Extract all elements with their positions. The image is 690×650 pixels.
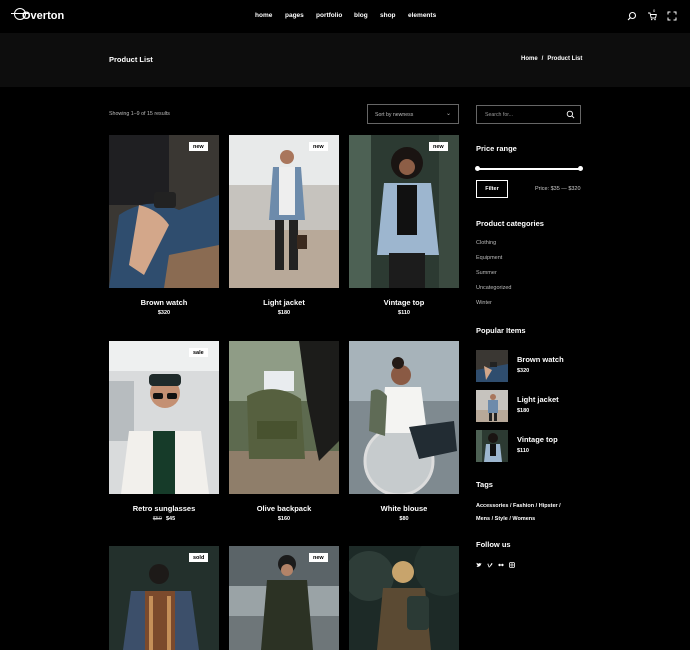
cart-count-badge: 0	[653, 8, 656, 13]
popular-item-thumb[interactable]	[476, 350, 508, 382]
product-image[interactable]	[349, 546, 459, 650]
popular-items-heading: Popular Items	[476, 326, 526, 335]
search-icon[interactable]	[566, 110, 575, 119]
product-price: $110	[398, 310, 410, 316]
product-name[interactable]: White blouse	[349, 504, 459, 513]
popular-item-thumb[interactable]	[476, 430, 508, 462]
cart-icon[interactable]	[647, 11, 657, 21]
price-range-slider[interactable]	[477, 168, 581, 170]
popular-item-thumb[interactable]	[476, 390, 508, 422]
category-link[interactable]: Winter	[476, 300, 492, 306]
product-name[interactable]: Retro sunglasses	[109, 504, 219, 513]
twitter-icon[interactable]	[476, 562, 482, 568]
search-input[interactable]: Search for...	[476, 105, 581, 124]
categories-heading: Product categories	[476, 219, 544, 228]
page-title: Product List	[109, 55, 153, 64]
category-link[interactable]: Equipment	[476, 255, 502, 261]
price-range-heading: Price range	[476, 144, 517, 153]
product-name[interactable]: Light jacket	[229, 298, 339, 307]
tag-link[interactable]: Accessories	[476, 503, 508, 509]
nav-elements[interactable]: elements	[408, 12, 436, 19]
price-range-min-handle[interactable]	[475, 166, 480, 171]
breadcrumb-current: Product List	[547, 56, 583, 62]
popular-item-price: $180	[517, 408, 530, 414]
product-badge: new	[309, 553, 328, 562]
tag-link[interactable]: Style	[495, 516, 508, 522]
product-image-white-blouse[interactable]	[349, 341, 459, 494]
product-badge: sale	[189, 348, 208, 357]
popular-item-price: $110	[517, 448, 529, 454]
tag-link[interactable]: Fashion	[513, 503, 534, 509]
tags-heading: Tags	[476, 480, 493, 489]
tag-link[interactable]: Womens	[512, 516, 535, 522]
nav-home[interactable]: home	[255, 12, 272, 19]
instagram-icon[interactable]	[509, 562, 515, 568]
popular-item-name[interactable]: Light jacket	[517, 395, 559, 404]
tag-link[interactable]: Hipster	[539, 503, 558, 509]
product-price: $320	[157, 310, 171, 316]
price-range-max-handle[interactable]	[578, 166, 583, 171]
product-image-brown-watch[interactable]	[109, 135, 219, 288]
nav-pages[interactable]: pages	[285, 12, 304, 19]
tag-cloud: Accessories / Fashion / Hipster / Mens /…	[476, 503, 561, 522]
category-link[interactable]: Summer	[476, 270, 497, 276]
nav-shop[interactable]: shop	[380, 12, 396, 19]
product-name[interactable]: Olive backpack	[229, 504, 339, 513]
breadcrumb: Home / Product List	[521, 56, 582, 62]
results-count: Showing 1–9 of 15 results	[109, 111, 170, 117]
product-badge: sold	[189, 553, 209, 562]
chevron-down-icon: ⌄	[445, 111, 451, 117]
category-link[interactable]: Uncategorized	[476, 285, 511, 291]
product-sale-price: $45	[166, 516, 176, 522]
breadcrumb-separator: /	[541, 56, 544, 62]
breadcrumb-home[interactable]: Home	[521, 56, 538, 62]
social-links	[476, 562, 515, 568]
product-old-price: $50	[152, 516, 162, 522]
price-range-text: Price: $35 — $320	[535, 186, 581, 192]
sort-select[interactable]: Sort by newness ⌄	[367, 104, 459, 124]
product-image-olive-backpack[interactable]	[229, 341, 339, 494]
product-badge: new	[309, 142, 328, 151]
search-icon[interactable]	[627, 11, 637, 21]
expand-icon[interactable]	[667, 11, 677, 21]
filter-button[interactable]: Filter	[476, 180, 508, 198]
popular-item-price: $320	[517, 368, 530, 374]
logo[interactable]: Overton	[22, 10, 64, 22]
product-image-light-jacket[interactable]	[229, 135, 339, 288]
product-price: $80	[399, 516, 409, 522]
vimeo-icon[interactable]	[487, 562, 493, 568]
popular-item-name[interactable]: Brown watch	[517, 355, 564, 364]
product-price: $160	[277, 516, 291, 522]
tag-link[interactable]: Mens	[476, 516, 490, 522]
popular-item-name[interactable]: Vintage top	[517, 435, 558, 444]
follow-us-heading: Follow us	[476, 540, 511, 549]
product-badge: new	[429, 142, 448, 151]
product-price: $180	[277, 310, 291, 316]
product-name[interactable]: Vintage top	[349, 298, 459, 307]
category-link[interactable]: Clothing	[476, 240, 496, 246]
product-price: $50 $45	[109, 516, 219, 522]
nav-portfolio[interactable]: portfolio	[316, 12, 342, 19]
search-placeholder: Search for...	[485, 112, 513, 118]
product-image-vintage-top[interactable]	[349, 135, 459, 288]
sort-select-value: Sort by newness	[375, 112, 414, 118]
title-bar	[0, 33, 690, 87]
site-header: Overton home pages portfolio blog shop e…	[0, 0, 690, 33]
product-image-retro-sunglasses[interactable]	[109, 341, 219, 494]
product-name[interactable]: Brown watch	[109, 298, 219, 307]
flickr-icon[interactable]	[498, 562, 504, 568]
nav-blog[interactable]: blog	[354, 12, 368, 19]
product-badge: new	[189, 142, 208, 151]
